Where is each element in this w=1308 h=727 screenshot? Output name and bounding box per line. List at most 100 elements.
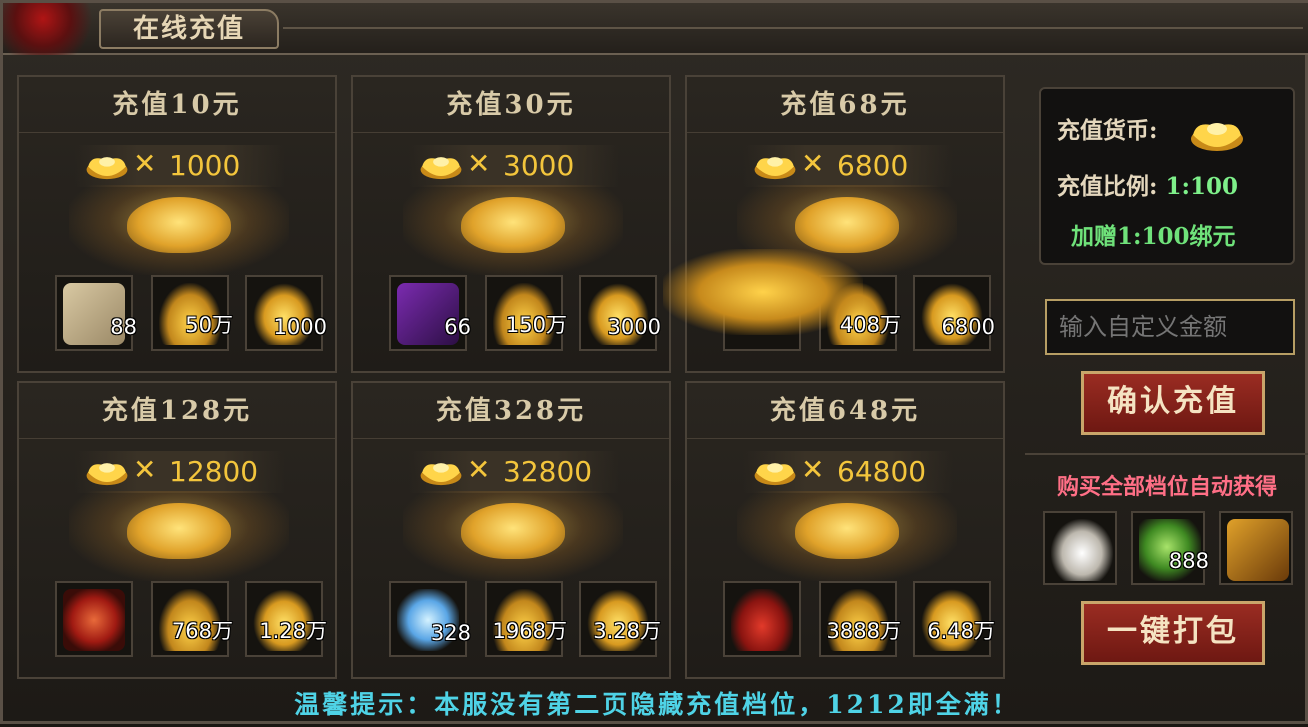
dragon-emblem-icon bbox=[3, 3, 103, 55]
item-count: 6.48万 bbox=[927, 619, 995, 643]
times-symbol: ✕ bbox=[133, 147, 157, 180]
ingot-reward-row: ✕ 32800 bbox=[409, 451, 619, 493]
package-title: 充值10元 bbox=[19, 77, 335, 133]
gold-ingot-icon bbox=[420, 463, 462, 486]
item-count: 1968万 bbox=[492, 619, 567, 643]
reward-item-slot[interactable]: 3000 bbox=[579, 275, 661, 351]
title-divider bbox=[283, 27, 1303, 29]
reward-item-slot[interactable]: 3888万 bbox=[819, 581, 901, 657]
red-gourd-icon bbox=[731, 589, 793, 651]
currency-label: 充值货币: bbox=[1057, 117, 1158, 144]
reward-item-slot[interactable]: 3.28万 bbox=[579, 581, 661, 657]
reward-item-slot[interactable]: 66 bbox=[389, 275, 471, 351]
ingot-reward-row: ✕ 6800 bbox=[743, 145, 953, 187]
confirm-recharge-button[interactable]: 确认充值 bbox=[1081, 371, 1265, 435]
package-title: 充值328元 bbox=[353, 383, 669, 439]
package-title: 充值648元 bbox=[687, 383, 1003, 439]
reward-item-slot[interactable]: 88 bbox=[55, 275, 137, 351]
reward-items: 3888万 6.48万 bbox=[711, 581, 995, 661]
gold-ingot-icon bbox=[86, 463, 128, 486]
times-symbol: ✕ bbox=[467, 147, 491, 180]
gold-pile-icon bbox=[795, 197, 899, 253]
reward-item-slot[interactable]: 6800 bbox=[913, 275, 995, 351]
item-count: 150万 bbox=[505, 313, 567, 337]
reward-item-slot[interactable] bbox=[55, 581, 133, 657]
recharge-package-card[interactable]: 充值648元 ✕ 64800 3888万 6.48万 bbox=[685, 381, 1005, 679]
ingot-amount: 6800 bbox=[837, 149, 909, 182]
times-symbol: ✕ bbox=[801, 147, 825, 180]
package-title: 充值30元 bbox=[353, 77, 669, 133]
reward-item-slot[interactable]: 150万 bbox=[485, 275, 567, 351]
reward-item-slot[interactable]: 768万 bbox=[151, 581, 233, 657]
item-count: 3000 bbox=[607, 315, 661, 339]
custom-amount-input[interactable] bbox=[1045, 299, 1295, 355]
item-count: 888 bbox=[1168, 549, 1209, 573]
ratio-row: 充值比例: 1:100 bbox=[1057, 167, 1238, 201]
item-count: 6800 bbox=[941, 315, 995, 339]
recharge-package-card[interactable]: 充值30元 ✕ 3000 66 150万 3000 bbox=[351, 75, 671, 373]
reward-item-slot[interactable] bbox=[723, 581, 801, 657]
reward-items: 328 1968万 3.28万 bbox=[377, 581, 661, 661]
gold-pile-icon bbox=[461, 503, 565, 559]
recharge-window: 在线充值 充值10元 ✕ 1000 88 50万 1000 充值30元 ✕ 3000 66 150万… bbox=[0, 0, 1308, 724]
times-symbol: ✕ bbox=[801, 453, 825, 486]
side-panel: 充值货币: 充值比例: 1:100 加赠1:100绑元 确认充值 购买全部档位自… bbox=[1025, 75, 1308, 685]
ingot-reward-row: ✕ 64800 bbox=[743, 451, 953, 493]
reward-item-slot[interactable]: 328 bbox=[389, 581, 471, 657]
bonus-item-slot[interactable] bbox=[1043, 511, 1117, 585]
one-click-pack-button[interactable]: 一键打包 bbox=[1081, 601, 1265, 665]
item-count: 1000 bbox=[273, 315, 327, 339]
times-symbol: ✕ bbox=[467, 453, 491, 486]
ingot-amount: 1000 bbox=[169, 149, 241, 182]
tip-text: 温馨提示：本服没有第二页隐藏充值档位，1212即全满！ bbox=[294, 690, 1020, 719]
reward-item-slot[interactable]: 6.48万 bbox=[913, 581, 995, 657]
bonus-title: 购买全部档位自动获得 bbox=[1056, 474, 1277, 500]
item-count: 66 bbox=[444, 315, 471, 339]
item-count: 3.28万 bbox=[593, 619, 661, 643]
reward-item-slot[interactable]: 1968万 bbox=[485, 581, 567, 657]
recharge-info-box: 充值货币: 充值比例: 1:100 加赠1:100绑元 bbox=[1039, 87, 1295, 265]
bonus-items: 888 bbox=[1043, 511, 1303, 587]
recharge-package-card[interactable]: 充值128元 ✕ 12800 768万 1.28万 bbox=[17, 381, 337, 679]
gold-pile-icon bbox=[795, 503, 899, 559]
ingot-reward-row: ✕ 1000 bbox=[75, 145, 285, 187]
gold-ingot-icon bbox=[86, 157, 128, 180]
gold-ingot-icon bbox=[420, 157, 462, 180]
bonus-item-slot[interactable]: 888 bbox=[1131, 511, 1209, 585]
ingot-amount: 3000 bbox=[503, 149, 575, 182]
reward-items: 768万 1.28万 bbox=[43, 581, 327, 661]
ingot-amount: 32800 bbox=[503, 455, 593, 488]
gold-ingot-icon bbox=[1191, 123, 1243, 151]
ingot-reward-row: ✕ 12800 bbox=[75, 451, 285, 493]
package-grid: 充值10元 ✕ 1000 88 50万 1000 充值30元 ✕ 3000 66 150万 3000 充… bbox=[17, 75, 1021, 685]
ingot-amount: 64800 bbox=[837, 455, 927, 488]
item-count: 88 bbox=[110, 315, 137, 339]
gold-pile-icon bbox=[127, 503, 231, 559]
reward-items: 88 50万 1000 bbox=[43, 275, 327, 355]
gold-ingot-icon bbox=[754, 463, 796, 486]
item-count: 768万 bbox=[171, 619, 233, 643]
bonus-item-slot[interactable] bbox=[1219, 511, 1293, 585]
treasure-chest-icon bbox=[1227, 519, 1289, 581]
reward-item-slot[interactable]: 1.28万 bbox=[245, 581, 327, 657]
red-drum-icon bbox=[63, 589, 125, 651]
item-count: 1.28万 bbox=[259, 619, 327, 643]
bonus-ratio-text: 加赠1:100绑元 bbox=[1071, 223, 1236, 250]
recharge-package-card[interactable]: 充值328元 ✕ 32800 328 1968万 3.28万 bbox=[351, 381, 671, 679]
package-title: 充值68元 bbox=[687, 77, 1003, 133]
item-count: 3888万 bbox=[826, 619, 901, 643]
side-divider bbox=[1025, 453, 1308, 455]
reward-item-slot[interactable]: 50万 bbox=[151, 275, 233, 351]
title-bar: 在线充值 bbox=[3, 3, 1308, 55]
reward-items: 66 150万 3000 bbox=[377, 275, 661, 355]
ratio-label: 充值比例: bbox=[1057, 173, 1158, 200]
ingot-reward-row: ✕ 3000 bbox=[409, 145, 619, 187]
reward-item-slot[interactable]: 1000 bbox=[245, 275, 327, 351]
package-title: 充值128元 bbox=[19, 383, 335, 439]
recharge-package-card[interactable]: 充值10元 ✕ 1000 88 50万 1000 bbox=[17, 75, 337, 373]
item-count: 50万 bbox=[185, 313, 233, 337]
gold-pile-icon bbox=[461, 197, 565, 253]
window-title: 在线充值 bbox=[99, 9, 279, 49]
ingot-amount: 12800 bbox=[169, 455, 259, 488]
gold-ingot-icon bbox=[754, 157, 796, 180]
